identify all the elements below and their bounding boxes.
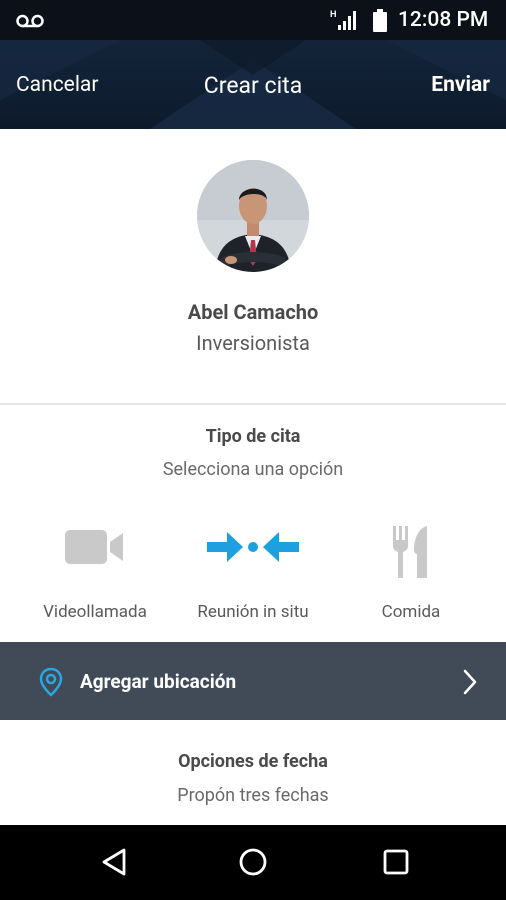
- date-options-title: Opciones de fecha: [178, 751, 328, 772]
- option-videocall[interactable]: Videollamada: [11, 520, 179, 632]
- meeting-arrows-icon: [169, 528, 337, 566]
- battery-icon: [372, 9, 388, 37]
- page-title: Crear cita: [203, 72, 303, 99]
- contact-name: Abel Camacho: [187, 300, 319, 324]
- location-pin-icon: [38, 667, 64, 701]
- video-camera-icon: [11, 528, 179, 566]
- avatar: [197, 160, 309, 272]
- send-button[interactable]: Enviar: [431, 73, 490, 97]
- svg-text:H: H: [330, 9, 337, 19]
- signal-icon: H: [330, 8, 360, 36]
- voicemail-icon: [16, 13, 44, 32]
- option-meal[interactable]: Comida: [327, 520, 495, 632]
- recents-icon[interactable]: [382, 847, 410, 881]
- app-bar: Cancelar Crear cita Enviar: [0, 40, 506, 129]
- chevron-right-icon: [462, 668, 478, 700]
- back-icon[interactable]: [100, 847, 128, 881]
- option-meal-label: Comida: [381, 602, 441, 622]
- option-onsite-meeting[interactable]: Reunión in situ: [169, 520, 337, 632]
- appointment-type-subtitle: Selecciona una opción: [162, 459, 344, 480]
- home-icon[interactable]: [238, 847, 268, 881]
- add-location-button[interactable]: Agregar ubicación: [0, 642, 506, 720]
- option-videocall-label: Videollamada: [43, 602, 147, 622]
- system-nav-bar: [0, 825, 506, 900]
- appointment-type-title: Tipo de cita: [205, 426, 301, 447]
- section-divider: [0, 403, 506, 405]
- option-onsite-meeting-label: Reunión in situ: [197, 602, 309, 622]
- status-bar: H 12:08 PM: [0, 0, 506, 40]
- date-options-subtitle: Propón tres fechas: [177, 785, 329, 806]
- add-location-label: Agregar ubicación: [80, 670, 237, 693]
- fork-knife-icon: [327, 524, 495, 580]
- status-time: 12:08 PM: [398, 8, 489, 32]
- contact-role: Inversionista: [196, 331, 310, 355]
